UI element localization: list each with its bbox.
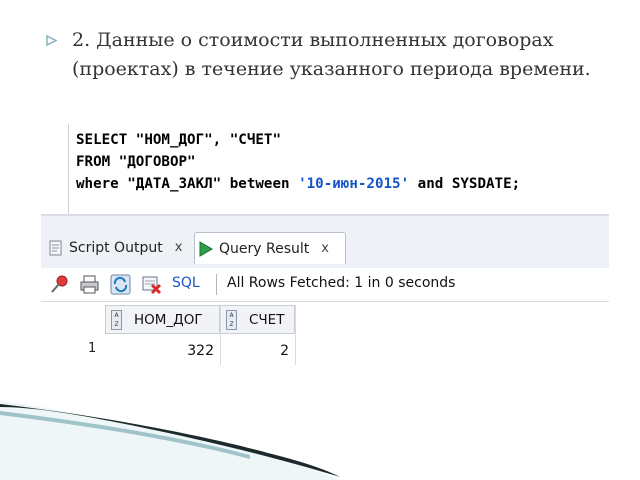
sql-editor[interactable]: SELECT "НОМ_ДОГ", "СЧЕТ" FROM "ДОГОВОР" wh… <box>41 120 609 214</box>
table-cell[interactable]: 2 <box>220 339 295 363</box>
cancel-query-icon[interactable] <box>141 274 162 295</box>
tab-script-output[interactable]: Script Output x <box>45 234 197 261</box>
column-header-schet[interactable]: AZ СЧЕТ <box>220 305 295 334</box>
toolbar-divider <box>216 274 217 295</box>
sql-button[interactable]: SQL <box>172 275 200 291</box>
ide-screenshot: SELECT "НОМ_ДОГ", "СЧЕТ" FROM "ДОГОВОР" wh… <box>41 120 609 376</box>
column-header-nom-dog[interactable]: AZ НОМ_ДОГ <box>105 305 220 334</box>
column-header-label: НОМ_ДОГ <box>134 311 203 328</box>
query-result-icon <box>197 240 215 258</box>
tab-script-output-label: Script Output <box>69 239 163 256</box>
bullet-marker-icon <box>46 34 58 47</box>
editor-gutter <box>68 124 69 214</box>
sql-code[interactable]: SELECT "НОМ_ДОГ", "СЧЕТ" FROM "ДОГОВОР" wh… <box>76 129 520 195</box>
date-literal: '10-июн-2015' <box>298 176 410 192</box>
result-grid: AZ НОМ_ДОГ AZ СЧЕТ 1 322 2 <box>41 302 609 376</box>
code-line-3: where "ДАТА_ЗАКЛ" between '10-июн-2015' … <box>76 176 521 192</box>
fetch-status: All Rows Fetched: 1 in 0 seconds <box>227 275 456 291</box>
script-output-icon <box>47 239 65 257</box>
code-line-1: SELECT "НОМ_ДОГ", "СЧЕТ" <box>76 132 281 148</box>
sort-icon[interactable]: AZ <box>111 309 122 330</box>
result-tabbar: Script Output x Query Result x <box>41 216 609 269</box>
bullet-text-line1: 2. Данные о стоимости выполненных догово… <box>72 29 554 51</box>
bullet-text: 2. Данные о стоимости выполненных догово… <box>72 26 632 84</box>
close-icon[interactable]: x <box>321 241 329 256</box>
tab-query-result[interactable]: Query Result x <box>194 232 346 264</box>
tab-query-result-label: Query Result <box>219 240 310 257</box>
code-line-2: FROM "ДОГОВОР" <box>76 154 196 170</box>
result-toolbar: SQL All Rows Fetched: 1 in 0 seconds <box>41 268 609 302</box>
row-number: 1 <box>88 341 97 356</box>
column-divider <box>295 305 296 365</box>
decorative-sweep <box>0 400 340 480</box>
column-header-label: СЧЕТ <box>249 311 285 328</box>
bullet-text-line2: (проектах) в течение указанного периода … <box>72 58 591 80</box>
refresh-icon[interactable] <box>110 274 131 295</box>
sort-icon[interactable]: AZ <box>226 309 237 330</box>
print-icon[interactable] <box>79 274 100 295</box>
close-icon[interactable]: x <box>175 240 183 255</box>
table-cell[interactable]: 322 <box>105 339 220 363</box>
pin-icon[interactable] <box>49 274 70 295</box>
